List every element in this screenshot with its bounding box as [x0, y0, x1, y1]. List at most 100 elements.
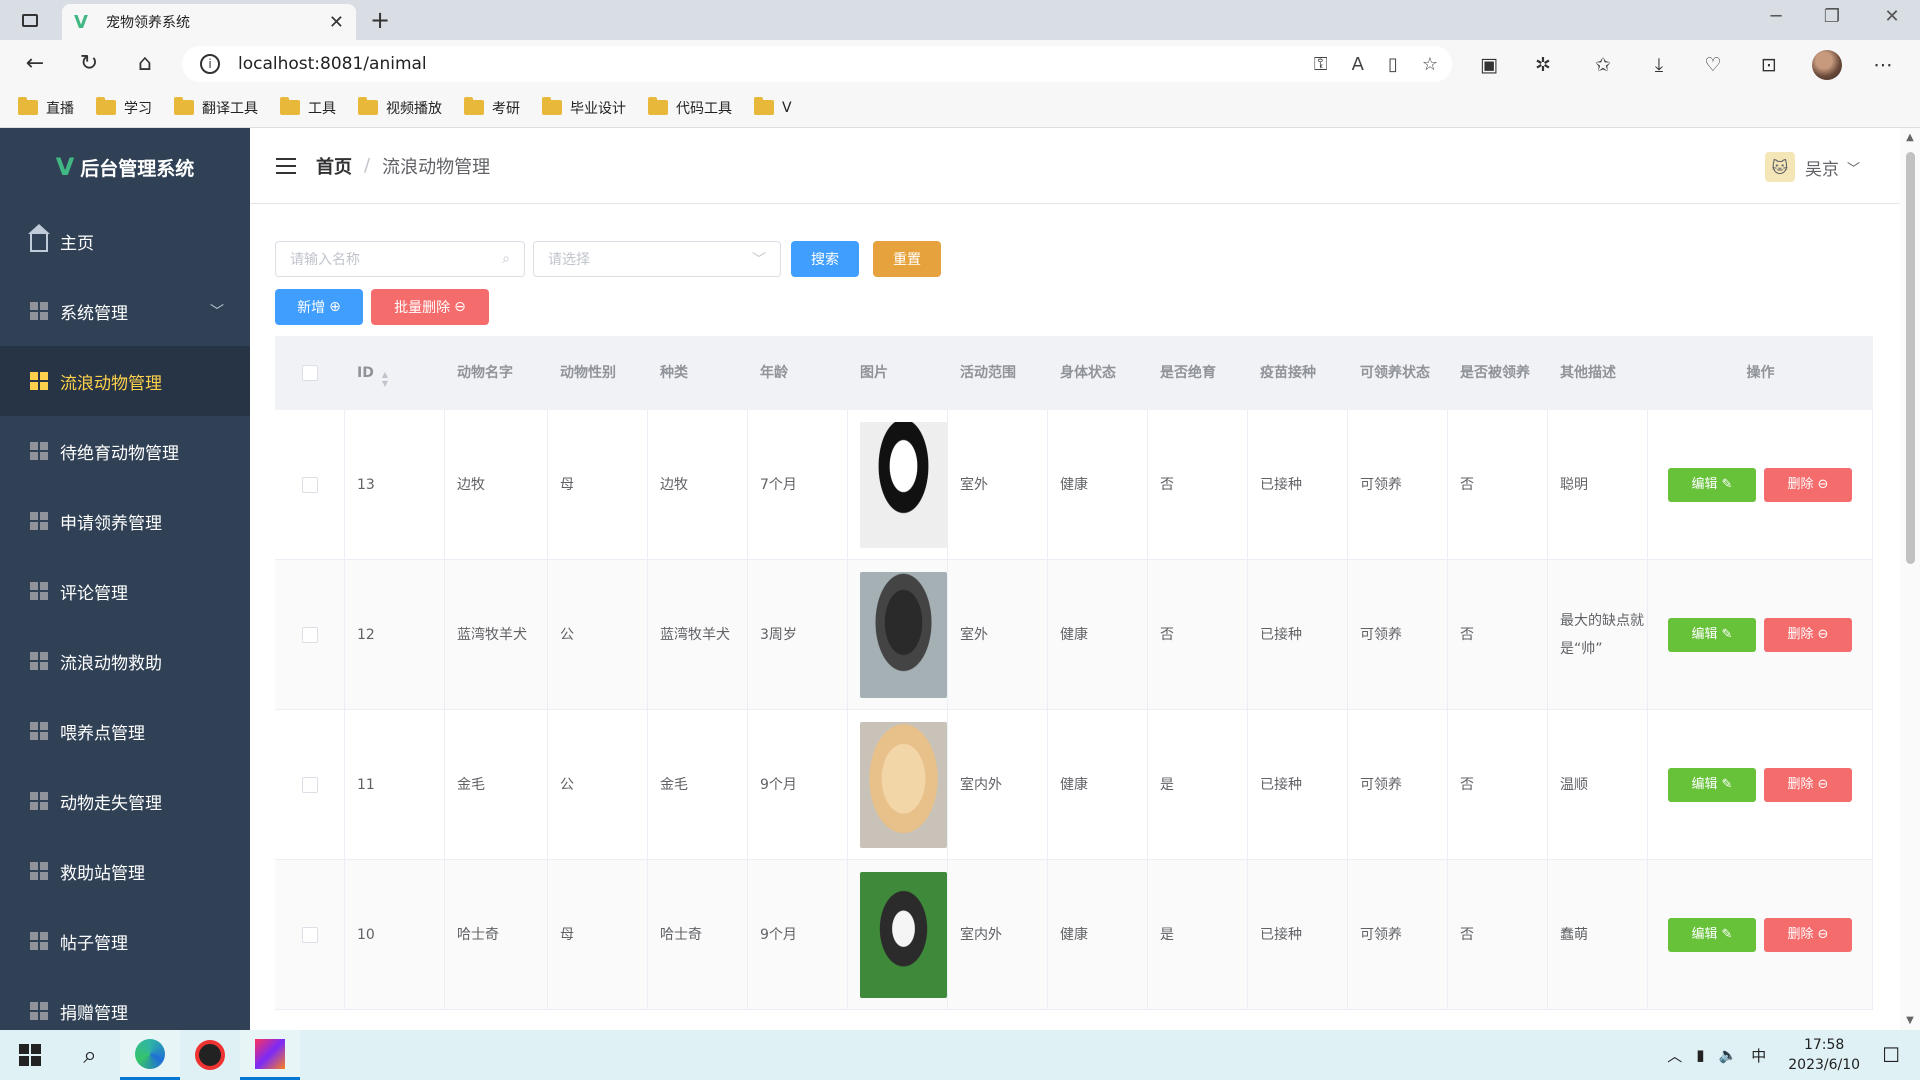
- notification-icon[interactable]: ☐: [1882, 1043, 1900, 1067]
- minimize-icon[interactable]: ─: [1756, 6, 1796, 27]
- system-clock[interactable]: 17:58 2023/6/10: [1788, 1035, 1860, 1075]
- delete-button[interactable]: 删除 ⊖: [1764, 917, 1852, 952]
- performance-icon[interactable]: ♡: [1700, 52, 1726, 78]
- grid-icon: [30, 442, 48, 460]
- header-range: 活动范围: [960, 365, 1016, 381]
- delete-button[interactable]: 删除 ⊖: [1764, 767, 1852, 802]
- reset-button[interactable]: 重置: [873, 241, 941, 277]
- cell-adoptable: 可领养: [1348, 859, 1448, 1010]
- edit-button[interactable]: 编辑 ✎: [1668, 467, 1756, 502]
- search-button[interactable]: 搜索: [791, 241, 859, 277]
- sidebar-item-rescue[interactable]: 流浪动物救助: [0, 626, 250, 696]
- animal-photo[interactable]: [860, 421, 947, 548]
- bookmark-folder[interactable]: 视频播放: [358, 97, 442, 118]
- browser-tab[interactable]: V 宠物领养系统 ✕: [62, 4, 356, 40]
- downloads-icon[interactable]: ⤓: [1646, 52, 1672, 78]
- edge-browser-icon[interactable]: [120, 1030, 180, 1080]
- scroll-down-icon[interactable]: ▼: [1905, 1015, 1915, 1026]
- collections-icon[interactable]: ▣: [1476, 52, 1502, 78]
- header-id[interactable]: ID ▲ ▼: [345, 359, 445, 388]
- row-checkbox[interactable]: [301, 926, 318, 943]
- sidebar-item-posts[interactable]: 帖子管理: [0, 906, 250, 976]
- edit-button[interactable]: 编辑 ✎: [1668, 617, 1756, 652]
- folder-icon: [358, 97, 378, 115]
- bookmark-folder[interactable]: V: [754, 97, 792, 116]
- start-button[interactable]: [0, 1030, 60, 1080]
- home-browser-icon[interactable]: ⌂: [130, 50, 160, 78]
- sidebar-item-lost[interactable]: 动物走失管理: [0, 766, 250, 836]
- sidebar-item-neuter[interactable]: 待绝育动物管理: [0, 416, 250, 486]
- intellij-idea-icon[interactable]: [240, 1030, 300, 1080]
- extensions-icon[interactable]: ✲: [1530, 52, 1556, 78]
- edit-button[interactable]: 编辑 ✎: [1668, 767, 1756, 802]
- animal-table: ID ▲ ▼ 动物名字 动物性别 种类 年龄 图片 活动范围 身体状态 是否绝育 疫…: [275, 336, 1873, 1010]
- key-icon[interactable]: ⚿: [1314, 54, 1328, 75]
- back-icon[interactable]: ←: [20, 50, 50, 78]
- select-all-checkbox[interactable]: [302, 365, 318, 381]
- read-aloud-icon[interactable]: A: [1352, 54, 1364, 75]
- delete-button[interactable]: 删除 ⊖: [1764, 617, 1852, 652]
- breadcrumb-home[interactable]: 首页: [316, 153, 352, 179]
- battery-icon[interactable]: ▮: [1696, 1046, 1704, 1064]
- profile-avatar[interactable]: [1812, 50, 1842, 80]
- grid-icon: [30, 1002, 48, 1020]
- tab-actions-icon[interactable]: [14, 8, 46, 32]
- scroll-up-icon[interactable]: ▲: [1905, 132, 1915, 143]
- bookmark-folder[interactable]: 工具: [280, 97, 336, 118]
- cell-adopted: 否: [1448, 559, 1548, 710]
- ime-indicator[interactable]: 中: [1751, 1045, 1766, 1066]
- animal-photo[interactable]: [860, 571, 947, 698]
- bookmark-folder[interactable]: 毕业设计: [542, 97, 626, 118]
- window-close-icon[interactable]: ✕: [1872, 6, 1912, 27]
- page-scrollbar[interactable]: ▲ ▼: [1900, 128, 1920, 1030]
- type-select[interactable]: 请选择 ﹀: [533, 241, 781, 277]
- menu-toggle-icon[interactable]: [276, 157, 296, 174]
- cell-vaccine: 已接种: [1248, 559, 1348, 710]
- name-search-input[interactable]: 请输入名称 ⌕: [275, 241, 525, 277]
- favorites-icon[interactable]: ✩: [1590, 52, 1616, 78]
- delete-button[interactable]: 删除 ⊖: [1764, 467, 1852, 502]
- sidebar-item-feeding[interactable]: 喂养点管理: [0, 696, 250, 766]
- cell-kind: 哈士奇: [648, 859, 748, 1010]
- screenshot-icon[interactable]: ⊡: [1756, 52, 1782, 78]
- sidebar-item-adoption[interactable]: 申请领养管理: [0, 486, 250, 556]
- edit-button[interactable]: 编辑 ✎: [1668, 917, 1756, 952]
- tab-close-icon[interactable]: ✕: [329, 12, 344, 33]
- restore-icon[interactable]: ❐: [1812, 6, 1852, 27]
- app-icon-red[interactable]: [180, 1030, 240, 1080]
- sidebar-item-comments[interactable]: 评论管理: [0, 556, 250, 626]
- bookmark-folder[interactable]: 翻译工具: [174, 97, 258, 118]
- cell-adopted: 否: [1448, 409, 1548, 560]
- volume-icon[interactable]: 🔈: [1719, 1046, 1738, 1064]
- search-icon: ⌕: [502, 251, 510, 267]
- user-dropdown[interactable]: 🐱 吴京 ﹀: [1764, 152, 1860, 182]
- add-button[interactable]: 新增 ⊕: [275, 289, 363, 325]
- animal-photo[interactable]: [860, 871, 947, 998]
- sidebar-item-home[interactable]: 主页: [0, 206, 250, 276]
- grid-icon: [30, 302, 48, 320]
- refresh-icon[interactable]: ↻: [74, 50, 104, 78]
- address-bar[interactable]: i localhost:8081/animal ⚿ A ▯ ☆: [182, 46, 1452, 82]
- sort-icon[interactable]: ▲ ▼: [382, 370, 388, 388]
- search-icon[interactable]: ⌕: [60, 1030, 120, 1080]
- chevron-up-icon[interactable]: ︿: [1667, 1045, 1682, 1066]
- site-info-icon[interactable]: i: [200, 54, 220, 74]
- cell-health: 健康: [1048, 709, 1148, 860]
- sidebar-item-station[interactable]: 救助站管理: [0, 836, 250, 906]
- row-checkbox[interactable]: [301, 776, 318, 793]
- sidebar-item-system[interactable]: 系统管理 ﹀: [0, 276, 250, 346]
- animal-photo[interactable]: [860, 721, 947, 848]
- more-icon[interactable]: ⋯: [1870, 52, 1896, 78]
- new-tab-icon[interactable]: +: [366, 6, 394, 34]
- bookmark-folder[interactable]: 学习: [96, 97, 152, 118]
- row-checkbox[interactable]: [301, 476, 318, 493]
- scrollbar-thumb[interactable]: [1906, 152, 1915, 564]
- bookmark-folder[interactable]: 代码工具: [648, 97, 732, 118]
- reader-view-icon[interactable]: ▯: [1388, 54, 1398, 75]
- batch-delete-button[interactable]: 批量删除 ⊖: [371, 289, 489, 325]
- bookmark-folder[interactable]: 考研: [464, 97, 520, 118]
- bookmark-folder[interactable]: 直播: [18, 97, 74, 118]
- row-checkbox[interactable]: [301, 626, 318, 643]
- favorite-star-icon[interactable]: ☆: [1422, 54, 1438, 75]
- sidebar-item-stray-animals[interactable]: 流浪动物管理: [0, 346, 250, 416]
